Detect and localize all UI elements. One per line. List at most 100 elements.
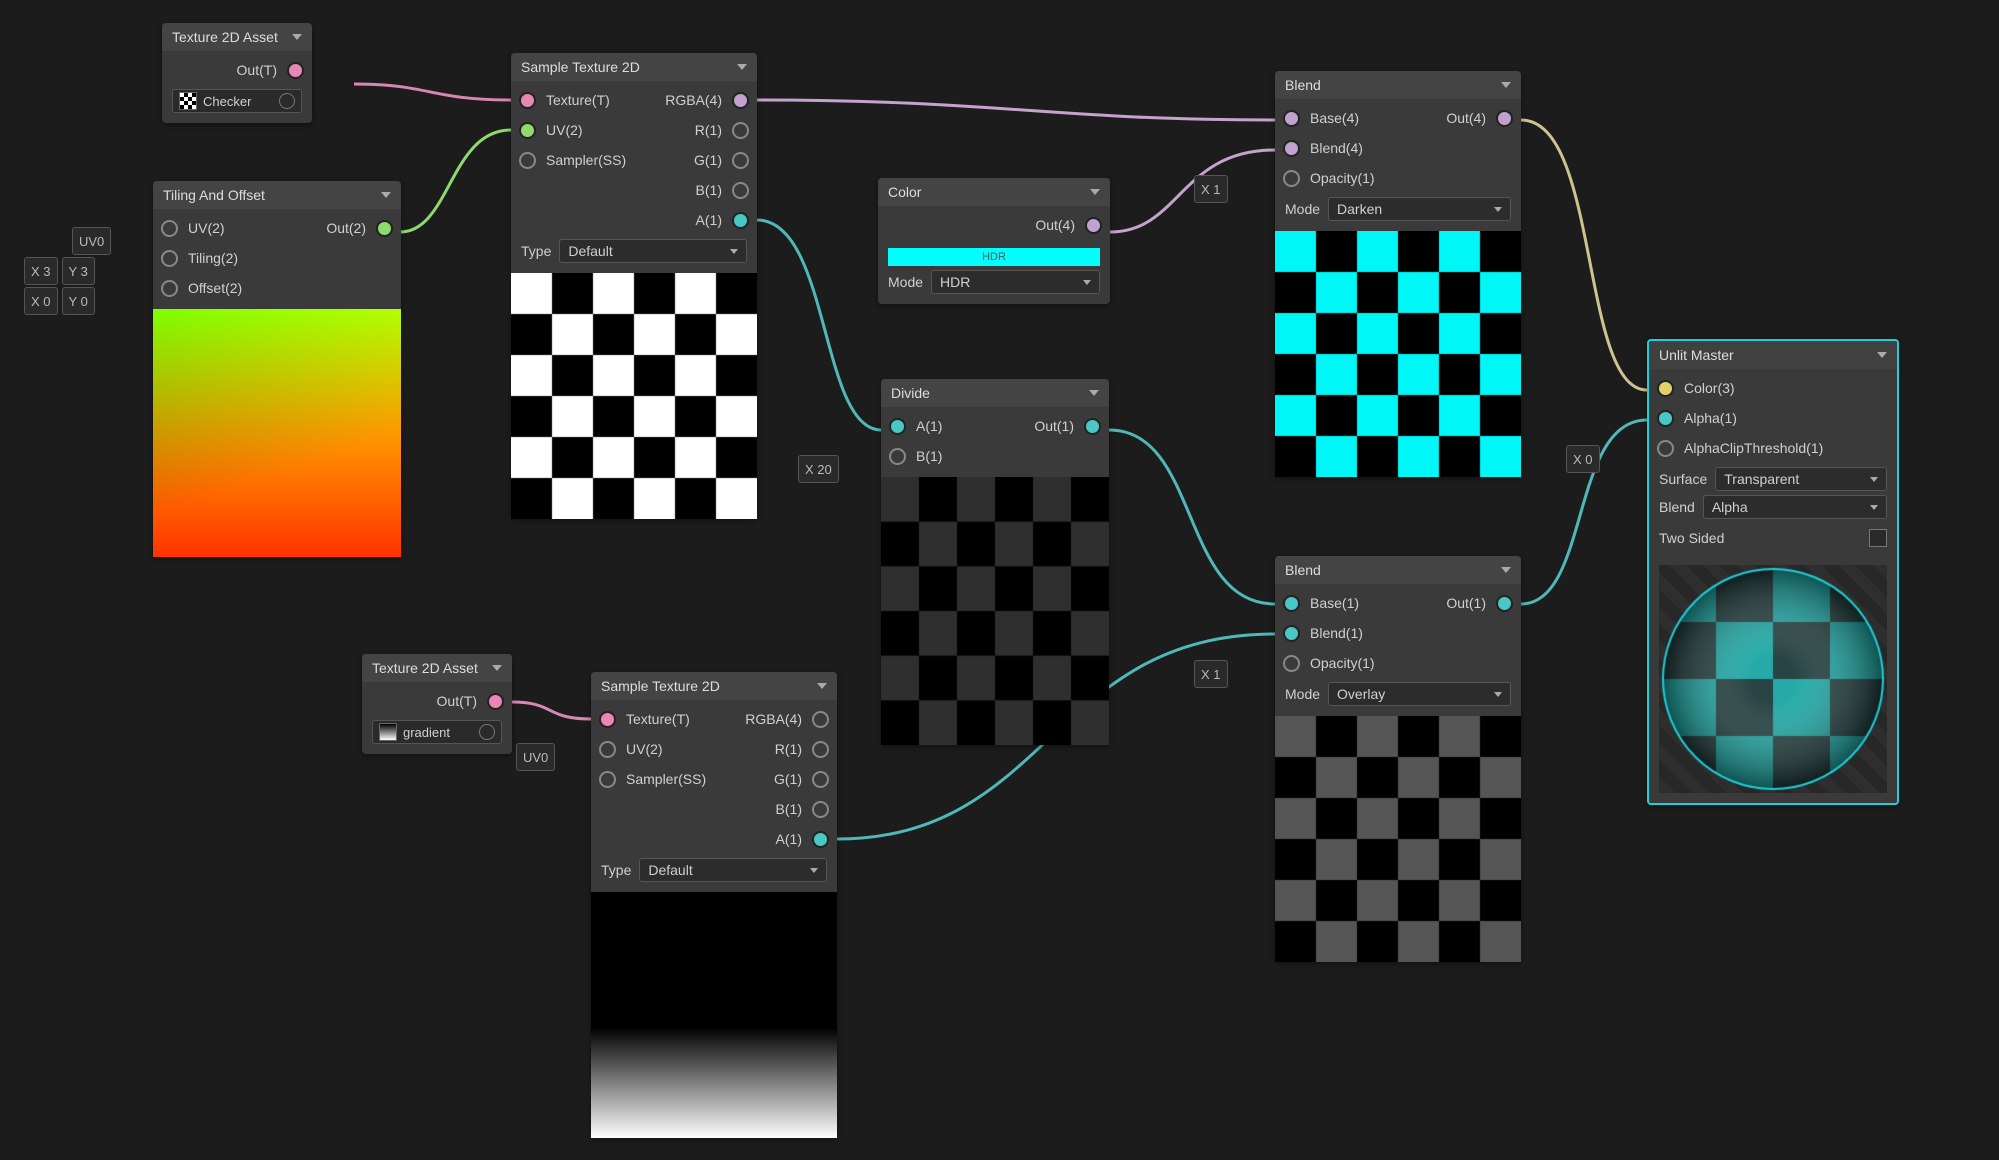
input-port-a[interactable] bbox=[889, 418, 906, 435]
node-unlit-master[interactable]: Unlit Master Color(3) Alpha(1) AlphaClip… bbox=[1647, 339, 1899, 805]
field-value[interactable]: X 1 bbox=[1194, 660, 1228, 688]
input-port-alphaclip[interactable] bbox=[1657, 440, 1674, 457]
field-value[interactable]: X 1 bbox=[1194, 175, 1228, 203]
node-header[interactable]: Sample Texture 2D bbox=[511, 53, 757, 81]
field-x[interactable]: X 0 bbox=[24, 287, 58, 315]
output-port-r[interactable] bbox=[812, 741, 829, 758]
output-port-b[interactable] bbox=[732, 182, 749, 199]
output-port[interactable] bbox=[1496, 595, 1513, 612]
node-tiling-and-offset[interactable]: Tiling And Offset UV(2) Out(2) Tiling(2)… bbox=[153, 181, 401, 557]
output-port-g[interactable] bbox=[812, 771, 829, 788]
port-label: Out(T) bbox=[431, 693, 483, 709]
node-texture2d-asset-2[interactable]: Texture 2D Asset Out(T) gradient bbox=[362, 654, 512, 754]
color-swatch[interactable]: HDR bbox=[888, 248, 1100, 266]
input-port-texture[interactable] bbox=[519, 92, 536, 109]
output-port-a[interactable] bbox=[732, 212, 749, 229]
output-port[interactable] bbox=[287, 62, 304, 79]
output-port[interactable] bbox=[487, 693, 504, 710]
node-header[interactable]: Divide bbox=[881, 379, 1109, 407]
port-label-out: Out(T) bbox=[231, 62, 283, 78]
field-value[interactable]: X 0 bbox=[1566, 445, 1600, 473]
mode-dropdown[interactable]: ModeDarken bbox=[1285, 197, 1511, 221]
input-port-sampler[interactable] bbox=[519, 152, 536, 169]
node-blend-2[interactable]: Blend Base(1)Out(1) Blend(1) Opacity(1) … bbox=[1275, 556, 1521, 962]
input-port-uv[interactable] bbox=[599, 741, 616, 758]
output-port[interactable] bbox=[1085, 217, 1102, 234]
object-picker-icon[interactable] bbox=[479, 724, 495, 740]
uv-dropdown[interactable]: UV0 bbox=[72, 228, 111, 254]
node-blend-1[interactable]: Blend Base(4)Out(4) Blend(4) Opacity(1) … bbox=[1275, 71, 1521, 477]
chevron-down-icon[interactable] bbox=[737, 64, 747, 70]
input-port-blend[interactable] bbox=[1283, 140, 1300, 157]
node-header[interactable]: Sample Texture 2D bbox=[591, 672, 837, 700]
field-y[interactable]: Y 3 bbox=[62, 257, 95, 285]
input-port-base[interactable] bbox=[1283, 595, 1300, 612]
input-port-offset[interactable] bbox=[161, 280, 178, 297]
input-port-alpha[interactable] bbox=[1657, 410, 1674, 427]
input-port-b[interactable] bbox=[889, 448, 906, 465]
node-header[interactable]: Blend bbox=[1275, 71, 1521, 99]
node-header[interactable]: Unlit Master bbox=[1649, 341, 1897, 369]
field-x[interactable]: X 3 bbox=[24, 257, 58, 285]
input-port-color[interactable] bbox=[1657, 380, 1674, 397]
surface-dropdown[interactable]: SurfaceTransparent bbox=[1659, 467, 1887, 491]
asset-picker[interactable]: gradient bbox=[372, 720, 502, 744]
input-port-blend[interactable] bbox=[1283, 625, 1300, 642]
input-port-texture[interactable] bbox=[599, 711, 616, 728]
blend1-opacity-field[interactable]: X 1 bbox=[1194, 176, 1228, 202]
blend-dropdown[interactable]: BlendAlpha bbox=[1659, 495, 1887, 519]
node-header[interactable]: Blend bbox=[1275, 556, 1521, 584]
input-port-sampler[interactable] bbox=[599, 771, 616, 788]
port-label: Texture(T) bbox=[540, 92, 616, 108]
mode-dropdown[interactable]: ModeHDR bbox=[888, 270, 1100, 294]
alphaclip-field[interactable]: X 0 bbox=[1566, 446, 1600, 472]
chevron-down-icon[interactable] bbox=[1501, 567, 1511, 573]
offset-fields[interactable]: X 0Y 0 bbox=[24, 288, 95, 314]
input-port-uv[interactable] bbox=[161, 220, 178, 237]
output-port-r[interactable] bbox=[732, 122, 749, 139]
two-sided-toggle[interactable] bbox=[1869, 529, 1887, 547]
node-texture2d-asset-1[interactable]: Texture 2D Asset Out(T) Checker bbox=[162, 23, 312, 123]
asset-picker[interactable]: Checker bbox=[172, 89, 302, 113]
chevron-down-icon[interactable] bbox=[1877, 352, 1887, 358]
type-dropdown[interactable]: TypeDefault bbox=[601, 858, 827, 882]
node-sample-texture-2d-1[interactable]: Sample Texture 2D Texture(T)RGBA(4) UV(2… bbox=[511, 53, 757, 519]
chevron-down-icon[interactable] bbox=[817, 683, 827, 689]
output-port-rgba[interactable] bbox=[812, 711, 829, 728]
node-header[interactable]: Color bbox=[878, 178, 1110, 206]
output-port-g[interactable] bbox=[732, 152, 749, 169]
chevron-down-icon[interactable] bbox=[1501, 82, 1511, 88]
mode-dropdown[interactable]: ModeOverlay bbox=[1285, 682, 1511, 706]
port-label: Color(3) bbox=[1678, 380, 1741, 396]
node-divide[interactable]: Divide A(1)Out(1) B(1) bbox=[881, 379, 1109, 745]
chevron-down-icon[interactable] bbox=[1090, 189, 1100, 195]
chevron-down-icon[interactable] bbox=[492, 665, 502, 671]
blend2-opacity-field[interactable]: X 1 bbox=[1194, 661, 1228, 687]
uv-dropdown-2[interactable]: UV0 bbox=[516, 744, 555, 770]
output-port[interactable] bbox=[1084, 418, 1101, 435]
node-color[interactable]: Color Out(4) HDR ModeHDR bbox=[878, 178, 1110, 304]
field-y[interactable]: Y 0 bbox=[62, 287, 95, 315]
input-port-opacity[interactable] bbox=[1283, 170, 1300, 187]
node-header[interactable]: Texture 2D Asset bbox=[362, 654, 512, 682]
node-header[interactable]: Texture 2D Asset bbox=[162, 23, 312, 51]
output-port-a[interactable] bbox=[812, 831, 829, 848]
output-port[interactable] bbox=[376, 220, 393, 237]
node-sample-texture-2d-2[interactable]: Sample Texture 2D Texture(T)RGBA(4) UV(2… bbox=[591, 672, 837, 1138]
output-port-b[interactable] bbox=[812, 801, 829, 818]
object-picker-icon[interactable] bbox=[279, 93, 295, 109]
chevron-down-icon[interactable] bbox=[381, 192, 391, 198]
tiling-fields[interactable]: X 3Y 3 bbox=[24, 258, 95, 284]
output-port-rgba[interactable] bbox=[732, 92, 749, 109]
output-port[interactable] bbox=[1496, 110, 1513, 127]
input-port-uv[interactable] bbox=[519, 122, 536, 139]
node-header[interactable]: Tiling And Offset bbox=[153, 181, 401, 209]
chevron-down-icon[interactable] bbox=[1089, 390, 1099, 396]
input-port-base[interactable] bbox=[1283, 110, 1300, 127]
chevron-down-icon[interactable] bbox=[292, 34, 302, 40]
input-port-opacity[interactable] bbox=[1283, 655, 1300, 672]
input-port-tiling[interactable] bbox=[161, 250, 178, 267]
type-dropdown[interactable]: TypeDefault bbox=[521, 239, 747, 263]
field-value[interactable]: X 20 bbox=[798, 455, 839, 483]
divide-b-field[interactable]: X 20 bbox=[798, 456, 839, 482]
